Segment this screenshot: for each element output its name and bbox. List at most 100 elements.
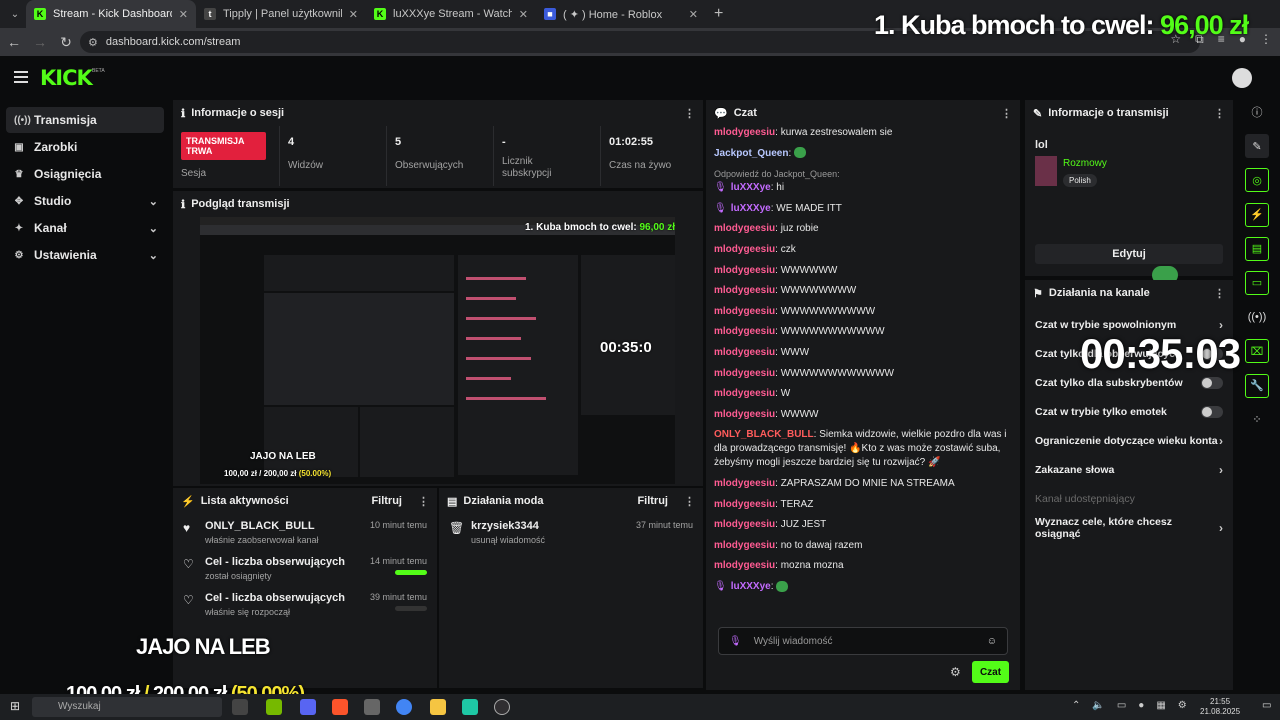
chat-message[interactable]: mlodygeesiu: czk xyxy=(714,243,1014,257)
edit-button[interactable]: Edytuj xyxy=(1035,244,1223,264)
chat-username[interactable]: luXXXye xyxy=(731,182,771,193)
more-options-icon[interactable]: ⋮ xyxy=(1214,287,1225,300)
chat-username[interactable]: mlodygeesiu xyxy=(714,499,775,510)
task-view-icon[interactable] xyxy=(232,699,248,715)
sidebar-item-studio[interactable]: ✥ Studio ⌄ xyxy=(6,188,164,214)
emoji-icon[interactable]: ☺ xyxy=(987,636,997,647)
chat-message[interactable]: mlodygeesiu: WWWWWWWWWWWW xyxy=(714,367,1014,381)
chat-message[interactable]: 🎙 luXXXye: WE MADE ITT xyxy=(714,202,1014,216)
tray-icon[interactable]: ⚙ xyxy=(1178,700,1187,711)
sidebar-item-transmisja[interactable]: ((•)) Transmisja xyxy=(6,107,164,133)
chat-message[interactable]: mlodygeesiu: WWWWWWWW xyxy=(714,284,1014,298)
apps-icon[interactable]: ⁘ xyxy=(1245,408,1269,432)
sidebar-item-osiagniecia[interactable]: ♛ Osiągnięcia xyxy=(6,161,164,187)
close-icon[interactable]: ✕ xyxy=(519,8,528,21)
chat-username[interactable]: mlodygeesiu xyxy=(714,306,775,317)
chat-message[interactable]: 🎙 luXXXye: hi xyxy=(714,181,1014,195)
taskbar-search[interactable]: Wyszukaj xyxy=(32,697,222,717)
app-icon[interactable] xyxy=(364,699,380,715)
chat-message[interactable]: Jackpot_Queen: xyxy=(714,147,1014,161)
info-icon[interactable]: ⓘ xyxy=(1245,100,1269,124)
send-chat-button[interactable]: Czat xyxy=(972,661,1009,683)
bolt-icon[interactable]: ⚡ xyxy=(1245,202,1269,227)
chrome-icon[interactable] xyxy=(396,699,412,715)
chat-username[interactable]: luXXXye xyxy=(731,203,771,214)
tab-luxxxye-stream[interactable]: K luXXXye Stream - Watch Live o ✕ xyxy=(366,0,536,28)
chat-username[interactable]: luXXXye xyxy=(731,581,771,592)
brave-icon[interactable] xyxy=(332,699,348,715)
discord-icon[interactable] xyxy=(300,699,316,715)
chevron-up-icon[interactable]: ⌃ xyxy=(1072,700,1080,711)
close-icon[interactable]: ✕ xyxy=(689,8,698,21)
chat-username[interactable]: mlodygeesiu xyxy=(714,540,775,551)
chat-username[interactable]: mlodygeesiu xyxy=(714,388,775,399)
more-options-icon[interactable]: ⋮ xyxy=(418,495,429,508)
start-icon[interactable]: ⊞ xyxy=(10,699,20,713)
chat-username[interactable]: mlodygeesiu xyxy=(714,285,775,296)
volume-icon[interactable]: 🔈 xyxy=(1092,700,1104,711)
chat-username[interactable]: mlodygeesiu xyxy=(714,223,775,234)
back-icon[interactable]: ← xyxy=(2,34,26,50)
chat-message[interactable]: mlodygeesiu: WWWWWWWWWWW xyxy=(714,325,1014,339)
chat-username[interactable]: mlodygeesiu xyxy=(714,347,775,358)
category-name[interactable]: Rozmowy xyxy=(1063,158,1107,169)
tab-search-icon[interactable]: ⌄ xyxy=(4,4,26,24)
chat-message[interactable]: 🎙 luXXXye: xyxy=(714,580,1014,594)
close-icon[interactable]: ✕ xyxy=(179,8,188,21)
sidebar-item-zarobki[interactable]: ▣ Zarobki xyxy=(6,134,164,160)
chat-message[interactable]: mlodygeesiu: juz robie xyxy=(714,222,1014,236)
chat-username[interactable]: mlodygeesiu xyxy=(714,326,775,337)
chat-message[interactable]: mlodygeesiu: kurwa zestresowalem sie xyxy=(714,126,1014,140)
chat-message[interactable]: ONLY_BLACK_BULL: Siemka widzowie, wielki… xyxy=(714,428,1014,470)
more-options-icon[interactable]: ⋮ xyxy=(684,495,695,508)
network-icon[interactable]: ▭ xyxy=(1117,700,1126,711)
chat-username[interactable]: mlodygeesiu xyxy=(714,244,775,255)
chat-username[interactable]: mlodygeesiu xyxy=(714,560,775,571)
tools-icon[interactable]: ⌧ xyxy=(1245,339,1269,364)
chat-icon[interactable]: ▭ xyxy=(1245,270,1269,295)
toggle-switch[interactable] xyxy=(1201,376,1223,389)
tab-kick-dashboard[interactable]: K Stream - Kick Dashboard ✕ xyxy=(26,0,196,28)
obs-icon[interactable] xyxy=(494,699,510,715)
chat-message[interactable]: mlodygeesiu: WWWW xyxy=(714,408,1014,422)
stream-preview-video[interactable]: 1. Kuba bmoch to cwel: 96,00 zł 00:35:0 … xyxy=(200,217,675,484)
site-info-icon[interactable]: ⚙ xyxy=(88,36,98,49)
avatar[interactable] xyxy=(1232,68,1252,88)
sidebar-item-ustawienia[interactable]: ⚙ Ustawienia ⌄ xyxy=(6,242,164,268)
more-options-icon[interactable]: ⋮ xyxy=(684,107,695,120)
channel-action-item[interactable]: Czat w trybie tylko emotek xyxy=(1025,397,1233,426)
chat-message[interactable]: mlodygeesiu: ZAPRASZAM DO MNIE NA STREAM… xyxy=(714,477,1014,491)
chat-message[interactable]: mlodygeesiu: JUZ JEST xyxy=(714,518,1014,532)
chat-username[interactable]: mlodygeesiu xyxy=(714,127,775,138)
folder-icon[interactable] xyxy=(430,699,446,715)
tray-icon[interactable]: ▦ xyxy=(1156,700,1165,711)
menu-hamburger-icon[interactable] xyxy=(14,71,28,83)
chat-username[interactable]: mlodygeesiu xyxy=(714,265,775,276)
focus-icon[interactable]: ◎ xyxy=(1245,168,1269,193)
tab-roblox[interactable]: ■ ( ✦ ) Home - Roblox ✕ xyxy=(536,0,706,28)
taskbar-clock[interactable]: 21:55 21.08.2025 xyxy=(1200,697,1240,717)
chat-username[interactable]: Jackpot_Queen xyxy=(714,148,788,159)
more-options-icon[interactable]: ⋮ xyxy=(1214,107,1225,120)
chat-message[interactable]: mlodygeesiu: WWWWWW xyxy=(714,264,1014,278)
close-icon[interactable]: ✕ xyxy=(349,8,358,21)
nvidia-icon[interactable] xyxy=(266,699,282,715)
chat-message[interactable]: mlodygeesiu: W xyxy=(714,387,1014,401)
new-tab-icon[interactable]: + xyxy=(714,5,723,23)
list-icon[interactable]: ▤ xyxy=(1245,236,1269,261)
chat-message[interactable]: mlodygeesiu: TERAZ xyxy=(714,498,1014,512)
wrench-icon[interactable]: 🔧 xyxy=(1245,373,1269,398)
chat-settings-icon[interactable]: ⚙ xyxy=(950,665,961,679)
mic-icon[interactable]: 🎙 xyxy=(729,636,742,647)
notifications-icon[interactable]: ▭ xyxy=(1262,700,1271,711)
filter-button[interactable]: Filtruj xyxy=(371,495,402,507)
channel-action-item[interactable]: Ograniczenie dotyczące wieku konta › xyxy=(1025,426,1233,455)
more-options-icon[interactable]: ⋮ xyxy=(1001,107,1012,120)
channel-action-item[interactable]: Wyznacz cele, które chcesz osiągnąć › xyxy=(1025,513,1233,542)
chat-username[interactable]: ONLY_BLACK_BULL xyxy=(714,429,814,440)
chat-input[interactable]: 🎙 Wyślij wiadomość ☺ xyxy=(718,627,1008,655)
tab-tipply[interactable]: t Tipply | Panel użytkownika ✕ xyxy=(196,0,366,28)
pencil-icon[interactable]: ✎ xyxy=(1245,134,1269,159)
chat-message[interactable]: mlodygeesiu: no to dawaj razem xyxy=(714,539,1014,553)
forward-icon[interactable]: → xyxy=(28,34,52,50)
